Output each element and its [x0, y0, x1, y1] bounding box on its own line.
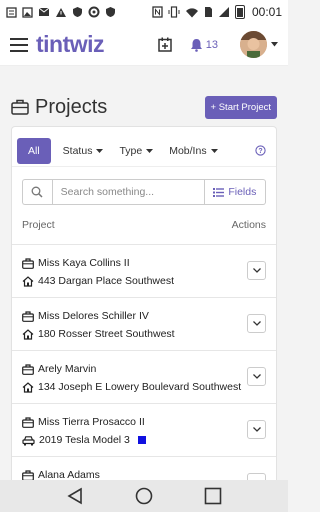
- chevron-down-icon: [146, 148, 154, 153]
- tab-status[interactable]: Status: [63, 145, 104, 157]
- page-title: Projects: [35, 95, 108, 118]
- search-input[interactable]: [51, 179, 205, 205]
- row-actions-dropdown[interactable]: [247, 261, 266, 280]
- chevron-down-icon: [252, 427, 261, 432]
- row-actions-dropdown[interactable]: [247, 367, 266, 386]
- list-header: Project Actions: [12, 205, 276, 245]
- tab-mob-ins-label: Mob/Ins: [169, 144, 207, 157]
- image-icon: [22, 6, 33, 18]
- vehicle-label: 2019 Tesla Model 3: [39, 434, 130, 446]
- home-icon: [22, 381, 34, 393]
- battery-icon: [234, 5, 245, 19]
- column-project: Project: [22, 218, 55, 231]
- tab-mob-ins[interactable]: Mob/Ins: [169, 144, 218, 157]
- row-actions-dropdown[interactable]: [247, 420, 266, 439]
- recents-icon[interactable]: [204, 487, 222, 505]
- project-address: 180 Rosser Street Southwest: [38, 328, 175, 340]
- table-row[interactable]: Miss Tierra Prosacco II 2019 Tesla Model…: [12, 404, 276, 457]
- bell-icon: [190, 38, 203, 52]
- chevron-down-icon[interactable]: [271, 42, 278, 47]
- chevron-down-icon: [252, 268, 261, 273]
- calendar-add-icon[interactable]: [158, 37, 172, 52]
- search-bar: Fields: [22, 179, 266, 205]
- shield-icon: [72, 6, 83, 18]
- table-row[interactable]: Miss Kaya Collins II 443 Dargan Place So…: [12, 245, 276, 298]
- column-actions: Actions: [231, 218, 266, 231]
- home-icon: [22, 275, 34, 287]
- shield-icon: [105, 6, 116, 18]
- list-icon: [213, 187, 225, 197]
- table-row[interactable]: Arely Marvin 134 Joseph E Lowery Bouleva…: [12, 351, 276, 404]
- help-icon[interactable]: ?: [255, 145, 266, 156]
- app-logo[interactable]: tintwiz: [36, 31, 105, 58]
- chevron-down-icon: [252, 374, 261, 379]
- alert-icon: [55, 7, 67, 18]
- menu-lines-icon: [6, 6, 17, 18]
- avatar[interactable]: [240, 31, 267, 58]
- project-address: 443 Dargan Place Southwest: [38, 275, 175, 287]
- project-name: Miss Tierra Prosacco II: [38, 416, 145, 428]
- chevron-down-icon: [210, 148, 218, 153]
- tab-type[interactable]: Type: [119, 144, 154, 157]
- vibrate-icon: [168, 6, 180, 18]
- row-actions-dropdown[interactable]: [247, 314, 266, 333]
- briefcase-icon: [22, 310, 34, 322]
- briefcase-icon: [22, 257, 34, 269]
- status-bar: 00:01: [0, 0, 288, 24]
- nfc-icon: [152, 6, 163, 18]
- settings-icon: [88, 6, 100, 18]
- project-name: Miss Delores Schiller IV: [38, 310, 149, 322]
- filter-tabs: All Status Type Mob/Ins ?: [12, 127, 276, 167]
- projects-card: All Status Type Mob/Ins ? Fields Project…: [11, 126, 277, 486]
- tab-status-label: Status: [62, 144, 93, 157]
- home-button-icon[interactable]: [135, 487, 153, 505]
- system-nav-bar: [0, 480, 288, 512]
- tab-all[interactable]: All: [17, 137, 51, 164]
- project-name: Arely Marvin: [38, 363, 97, 375]
- briefcase-icon: [22, 416, 34, 428]
- chevron-down-icon: [96, 148, 104, 153]
- status-time: 00:01: [251, 5, 282, 19]
- home-icon: [22, 328, 34, 340]
- briefcase-icon: [11, 99, 29, 115]
- chevron-down-icon: [252, 321, 261, 326]
- signal-icon: [218, 6, 230, 18]
- project-name: Miss Kaya Collins II: [38, 257, 130, 269]
- notification-count: 13: [205, 38, 218, 51]
- fields-label: Fields: [228, 186, 257, 198]
- table-row[interactable]: Miss Delores Schiller IV 180 Rosser Stre…: [12, 298, 276, 351]
- car-icon: [22, 435, 35, 446]
- svg-text:?: ?: [258, 148, 262, 155]
- project-address: 134 Joseph E Lowery Boulevard Southwest: [38, 381, 242, 393]
- page-header: Projects + Start Project: [0, 66, 288, 128]
- back-icon[interactable]: [66, 487, 84, 505]
- vehicle-color-swatch: [137, 436, 146, 444]
- wifi-icon: [185, 7, 199, 18]
- sim-icon: [204, 6, 213, 18]
- search-icon[interactable]: [22, 179, 52, 205]
- notifications-button[interactable]: 13: [190, 38, 218, 52]
- briefcase-icon: [22, 363, 34, 375]
- app-bar: tintwiz 13: [0, 24, 288, 66]
- tab-type-label: Type: [119, 144, 143, 157]
- fields-button[interactable]: Fields: [204, 179, 266, 205]
- mail-icon: [38, 7, 50, 17]
- hamburger-menu-icon[interactable]: [10, 37, 28, 52]
- start-project-button[interactable]: + Start Project: [204, 95, 277, 119]
- briefcase-icon: [22, 469, 34, 481]
